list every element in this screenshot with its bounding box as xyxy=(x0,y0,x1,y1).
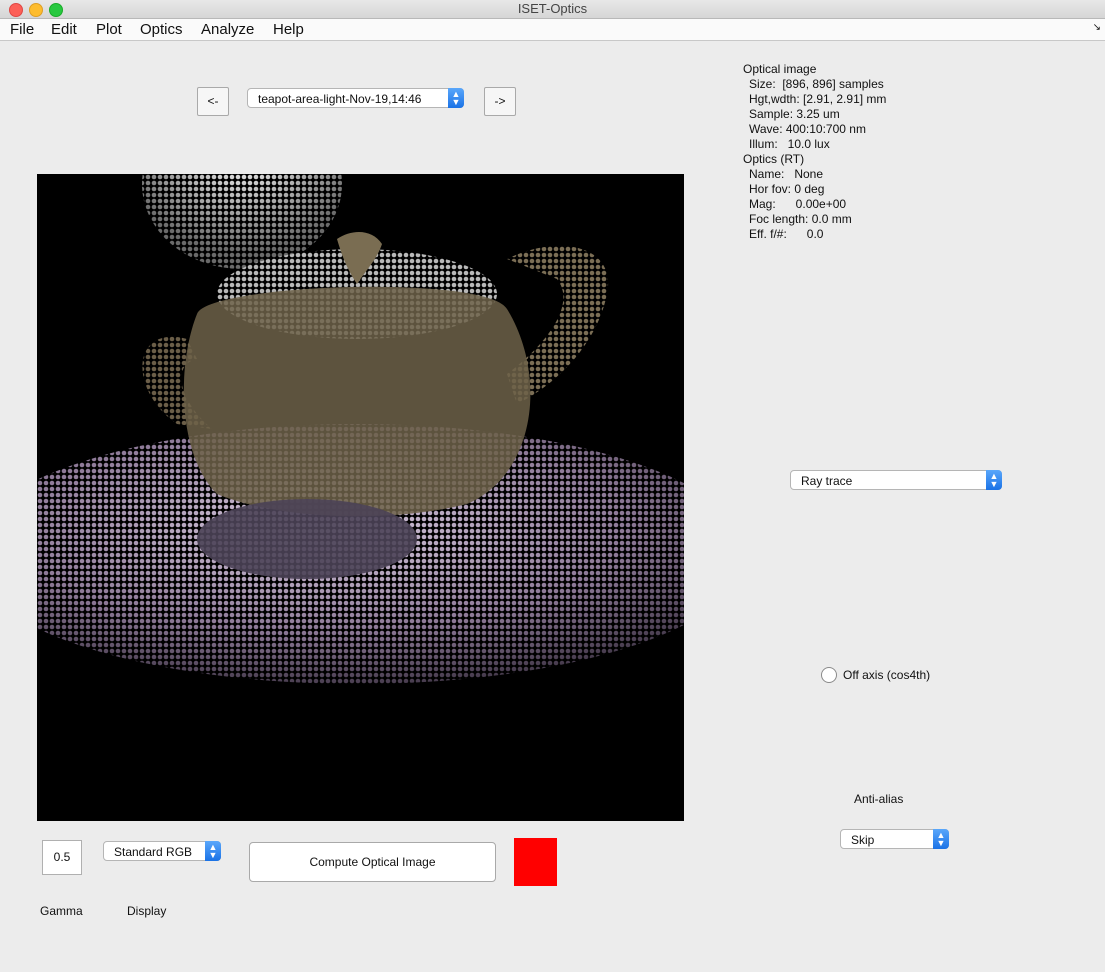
method-select-value: Ray trace xyxy=(801,474,853,488)
optics-hor-fov: Hor fov: 0 deg xyxy=(749,182,825,196)
display-select-value: Standard RGB xyxy=(114,845,193,859)
title-bar: ISET-Optics xyxy=(0,0,1105,19)
window-title: ISET-Optics xyxy=(517,1,588,16)
oi-wave: Wave: 400:10:700 nm xyxy=(749,122,866,136)
chevron-updown-icon: ▲ ▼ xyxy=(205,841,221,861)
oi-illum: Illum: 10.0 lux xyxy=(749,137,830,151)
scene-select[interactable]: teapot-area-light-Nov-19,14:46 ▲ ▼ xyxy=(247,88,464,108)
optics-header: Optics (RT) xyxy=(743,152,805,166)
menu-optics[interactable]: Optics xyxy=(140,21,183,38)
optics-name: Name: None xyxy=(749,167,824,181)
anti-alias-label: Anti-alias xyxy=(854,792,904,806)
oi-size: Size: [896, 896] samples xyxy=(749,77,884,91)
oi-sample: Sample: 3.25 um xyxy=(749,107,840,121)
oi-height-width: Hgt,wdth: [2.91, 2.91] mm xyxy=(749,92,887,106)
optics-mag: Mag: 0.00e+00 xyxy=(749,197,847,211)
optical-image xyxy=(37,174,684,821)
gamma-input[interactable]: 0.5 xyxy=(42,840,82,875)
prev-button[interactable]: <- xyxy=(197,87,229,116)
radio-button[interactable] xyxy=(821,667,837,683)
oi-header: Optical image xyxy=(743,62,817,76)
anti-alias-select[interactable]: Skip ▲ ▼ xyxy=(840,829,949,849)
method-select[interactable]: Ray trace ▲ ▼ xyxy=(790,470,1002,490)
chevron-updown-icon: ▲ ▼ xyxy=(448,88,464,108)
info-panel: Optical image Size: [896, 896] samples H… xyxy=(743,62,886,242)
menu-edit[interactable]: Edit xyxy=(51,21,77,38)
optics-f-number: Eff. f/#: 0.0 xyxy=(749,227,824,241)
chevron-updown-icon: ▲ ▼ xyxy=(986,470,1002,490)
chevron-updown-icon: ▲ ▼ xyxy=(933,829,949,849)
optics-focal-length: Foc length: 0.0 mm xyxy=(749,212,852,226)
compute-optical-image-button[interactable]: Compute Optical Image xyxy=(249,842,496,882)
teapot-render-image xyxy=(37,174,684,684)
menu-plot[interactable]: Plot xyxy=(96,21,122,38)
off-axis-label: Off axis (cos4th) xyxy=(843,668,931,682)
status-swatch xyxy=(514,838,557,886)
anti-alias-value: Skip xyxy=(851,833,875,847)
resize-corner-icon: ↘ xyxy=(1092,22,1101,33)
menu-bar: File Edit Plot Optics Analyze Help ↘ xyxy=(0,19,1105,41)
scene-select-value: teapot-area-light-Nov-19,14:46 xyxy=(258,92,422,106)
gamma-label: Gamma xyxy=(40,904,83,918)
menu-analyze[interactable]: Analyze xyxy=(201,21,254,38)
display-select[interactable]: Standard RGB ▲ ▼ xyxy=(103,841,221,861)
menu-help[interactable]: Help xyxy=(273,21,304,38)
menu-file[interactable]: File xyxy=(10,21,34,38)
next-button[interactable]: -> xyxy=(484,87,516,116)
display-label: Display xyxy=(127,904,167,918)
